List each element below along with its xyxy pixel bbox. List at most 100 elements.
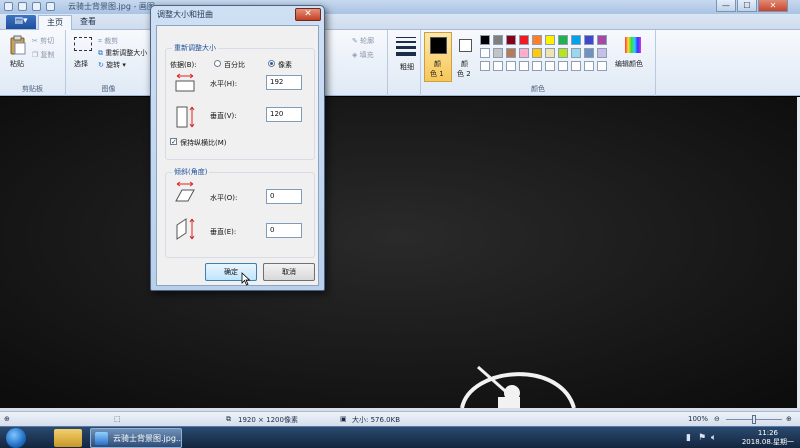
minimize-button[interactable]: — (716, 0, 736, 12)
clock-time: 11:26 (757, 429, 778, 437)
taskbar-task-label: 云骑士背景图.jpg... (113, 434, 182, 443)
background-image (0, 97, 797, 408)
crop-button[interactable]: ⌗ 裁剪 (98, 36, 118, 46)
resize-skew-dialog: 调整大小和扭曲 ✕ 重新调整大小 依据(B): 百分比 像素 水平(H): 19… (150, 5, 325, 291)
select-icon (74, 37, 92, 51)
tab-home[interactable]: 主页 (38, 15, 72, 30)
selection-icon: ⬚ (114, 415, 121, 423)
clipboard-group-label: 剪贴板 (22, 85, 43, 93)
pixels-radio[interactable] (268, 60, 275, 67)
paste-label: 粘贴 (10, 60, 24, 68)
skew-horizontal-label: 水平(O): (210, 194, 238, 202)
paint-app-icon[interactable] (4, 2, 13, 11)
quick-save-icon[interactable] (18, 2, 27, 11)
title-bar: 云骑士背景图.jpg - 画图 — ☐ ✕ (0, 0, 800, 14)
vertical-input[interactable]: 120 (266, 107, 302, 122)
clock-date: 2018.08.星期一 (741, 438, 794, 446)
tab-view[interactable]: 查看 (72, 15, 104, 30)
size-button[interactable]: 粗细 (392, 34, 418, 78)
percent-label: 百分比 (224, 61, 245, 69)
outline-label: 轮廓 (360, 37, 375, 45)
colors-group-label: 颜色 (531, 85, 545, 93)
taskbar-paint-item[interactable]: 云骑士背景图.jpg... (90, 428, 182, 448)
image-group: 选择 ⌗ 裁剪 ⧉ 重新调整大小 ↻ 旋转 ▾ 图像 (66, 30, 152, 96)
close-icon: ✕ (304, 9, 312, 19)
quick-undo-icon[interactable] (32, 2, 41, 11)
keep-ratio-label: 保持纵横比(M) (180, 139, 227, 147)
cut-button[interactable]: ✂ 剪切 (32, 36, 54, 46)
zoom-in-button[interactable]: ⊕ (786, 415, 792, 423)
image-group-label: 图像 (101, 85, 116, 93)
pixels-label: 像素 (278, 61, 292, 69)
start-button[interactable] (6, 428, 26, 448)
scissors-icon: ✂ (32, 37, 38, 45)
cancel-button[interactable]: 取消 (263, 263, 315, 281)
crop-icon: ⌗ (98, 37, 102, 45)
resize-button[interactable]: ⧉ 重新调整大小 (98, 48, 147, 58)
zoom-thumb[interactable] (752, 415, 756, 424)
paste-icon (10, 35, 26, 55)
paint-taskbar-icon (95, 432, 108, 445)
horizontal-input[interactable]: 192 (266, 75, 302, 90)
select-button[interactable]: 选择 (70, 34, 96, 78)
skew-horizontal-input[interactable]: 0 (266, 189, 302, 204)
drawing-canvas[interactable] (0, 97, 797, 408)
rotate-label: 旋转 (106, 61, 121, 69)
cut-label: 剪切 (40, 37, 55, 45)
file-size: 大小: 576.0KB (352, 416, 401, 424)
fill-icon: ◈ (352, 51, 358, 59)
resize-icon: ⧉ (98, 49, 103, 57)
dialog-title: 调整大小和扭曲 (157, 10, 213, 19)
clock[interactable]: 11:26 2018.08.星期一 (742, 429, 794, 447)
select-label: 选择 (74, 60, 88, 68)
copy-label: 复制 (40, 51, 55, 59)
fill-label: 填充 (359, 51, 374, 59)
dialog-body: 重新调整大小 依据(B): 百分比 像素 水平(H): 192 垂直(V): 1… (156, 25, 319, 286)
file-menu-button[interactable]: ▤▾ (6, 15, 36, 29)
skew-vertical-label: 垂直(E): (210, 228, 237, 236)
dimensions-icon: ⧉ (226, 415, 231, 423)
skew-fieldset: 倾斜(角度) 水平(O): 0 垂直(E): 0 (165, 167, 315, 258)
quick-redo-icon[interactable] (46, 2, 55, 11)
resize-section-title: 重新调整大小 (172, 43, 218, 53)
skew-section-title: 倾斜(角度) (172, 167, 210, 177)
vertical-label: 垂直(V): (210, 112, 237, 120)
zoom-slider[interactable] (726, 415, 782, 424)
ribbon: 粘贴 ✂ 剪切 ❐ 复制 剪贴板 选择 ⌗ 裁剪 ⧉ 重新调整大小 ↻ 旋转 ▾… (0, 30, 800, 96)
add-icon: ⊕ (4, 415, 10, 423)
keep-ratio-checkbox[interactable]: ✓ (170, 138, 177, 146)
volume-icon[interactable]: 🔈︎ (711, 433, 716, 443)
dialog-close-button[interactable]: ✕ (295, 8, 321, 21)
line-size-icon (396, 37, 416, 56)
window-title: 云骑士背景图.jpg - 画图 (68, 2, 155, 11)
paste-button[interactable]: 粘贴 (6, 34, 28, 78)
check-icon: ✓ (171, 138, 177, 146)
menu-icon: ▤▾ (14, 16, 28, 26)
copy-icon: ❐ (32, 51, 39, 59)
copy-button[interactable]: ❐ 复制 (32, 50, 55, 60)
percent-radio[interactable] (214, 60, 221, 67)
horizontal-resize-icon (175, 73, 195, 92)
skew-vertical-input[interactable]: 0 (266, 223, 302, 238)
ribbon-tabs: ▤▾ 主页 查看 (0, 14, 800, 30)
zoom-out-button[interactable]: ⊖ (714, 415, 720, 423)
flag-icon[interactable]: ⚑ (698, 433, 706, 443)
fill-button[interactable]: ◈ 填充 (352, 50, 374, 60)
vertical-resize-icon (176, 106, 195, 128)
crop-label: 裁剪 (104, 37, 119, 45)
outline-icon: ✎ (352, 37, 358, 45)
rotate-button[interactable]: ↻ 旋转 ▾ (98, 60, 126, 70)
taskbar: 云骑士背景图.jpg... ▮ ⚑ 🔈︎ 11:26 2018.08.星期一 (0, 426, 800, 448)
outline-button[interactable]: ✎ 轮廓 (352, 36, 374, 46)
rotate-icon: ↻ (98, 61, 104, 69)
resize-fieldset: 重新调整大小 依据(B): 百分比 像素 水平(H): 192 垂直(V): 1… (165, 43, 315, 160)
explorer-icon[interactable] (54, 429, 82, 447)
mouse-cursor-icon (241, 272, 251, 286)
horizontal-skew-icon (175, 181, 195, 202)
close-button[interactable]: ✕ (758, 0, 788, 12)
disk-icon: ▣ (340, 415, 347, 423)
clipboard-group: 粘贴 ✂ 剪切 ❐ 复制 剪贴板 (0, 30, 66, 96)
colors-group: 颜色 (420, 30, 656, 96)
network-icon[interactable]: ▮ (686, 433, 691, 443)
maximize-button[interactable]: ☐ (737, 0, 757, 12)
